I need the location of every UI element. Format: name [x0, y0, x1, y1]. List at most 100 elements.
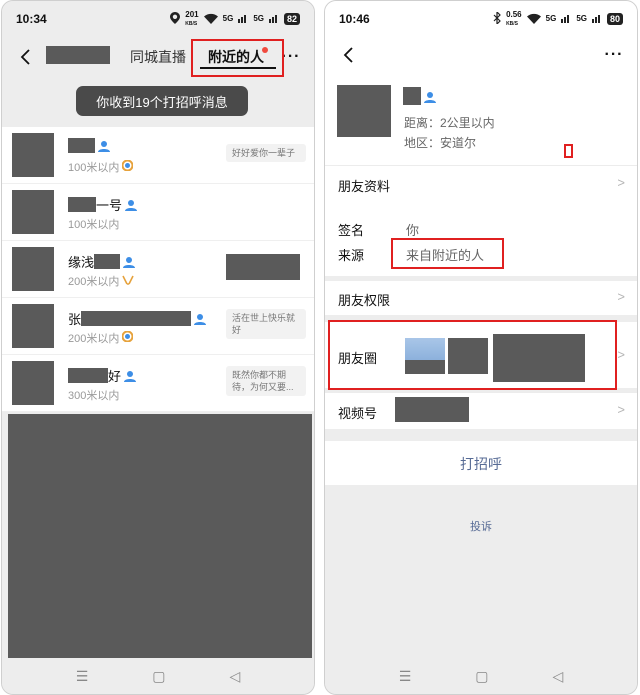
list-item[interactable]: 张 200米以内 活在世上快乐就好: [2, 298, 314, 355]
greeting-message: 好好爱你一辈子: [226, 144, 306, 162]
more-options-button[interactable]: ···: [601, 43, 627, 67]
profile-header: ··· 距离：2公里以内 地区：安道尔: [325, 37, 637, 165]
redacted-name: [68, 368, 108, 383]
distance-text: 200米以内: [68, 276, 120, 288]
highlight-marker: [564, 144, 573, 158]
distance-text: 200米以内: [68, 333, 120, 345]
list-item[interactable]: 一号 100米以内: [2, 184, 314, 241]
menu-icon[interactable]: ☰: [399, 668, 412, 685]
user-gender-icon: [123, 256, 136, 268]
distance: 200米以内: [68, 330, 134, 346]
network-speed-unit: KB/S: [185, 20, 198, 27]
greeting-message: 活在世上快乐就好: [226, 309, 306, 339]
list-item[interactable]: 100米以内 好好爱你一辈子: [2, 127, 314, 184]
avatar: [12, 133, 54, 177]
nickname-text: 张: [68, 312, 82, 327]
nickname-text: 缘浅: [68, 255, 95, 270]
redacted-name: [94, 254, 121, 269]
greetings-toast[interactable]: 你收到19个打招呼消息: [76, 86, 248, 116]
nearby-people-list: 100米以内 好好爱你一辈子 一号 100米以内 缘浅 200米以内 张 200…: [2, 127, 314, 412]
user-gender-icon: [194, 313, 207, 325]
chevron-left-icon: [20, 49, 30, 65]
signal-bars-icon: [561, 13, 571, 25]
home-icon[interactable]: ▢: [152, 668, 165, 685]
back-button[interactable]: [337, 43, 361, 67]
nickname-text: 好: [108, 369, 122, 384]
chevron-left-icon: [343, 47, 353, 63]
battery-level: 82: [283, 13, 300, 25]
menu-icon[interactable]: ☰: [76, 668, 89, 685]
profile-avatar[interactable]: [337, 85, 391, 137]
distance: 100米以内: [68, 216, 119, 232]
wifi-icon: [203, 13, 218, 26]
nickname: 张: [68, 309, 207, 328]
back-button[interactable]: [14, 45, 38, 69]
bluetooth-icon: [493, 10, 501, 26]
list-item[interactable]: 缘浅 200米以内: [2, 241, 314, 298]
nickname-text: 一号: [96, 198, 123, 213]
highlight-box-nearby-tab: [191, 39, 284, 77]
status-icons: 0.56 KB/S 5G 5G 80: [493, 9, 623, 28]
user-gender-icon: [124, 370, 137, 382]
nickname: 一号: [68, 195, 138, 214]
gold-badge-icon: [122, 275, 135, 288]
chevron-right-icon: >: [617, 347, 625, 362]
system-nav-bar: ☰ ▢ ◁: [2, 658, 314, 694]
user-gender-icon: [424, 90, 436, 103]
ellipsis-icon: ···: [281, 48, 301, 65]
signal-2: 5G: [576, 14, 587, 23]
status-icons: 201 KB/S 5G 5G 82: [170, 9, 300, 28]
avatar: [12, 304, 54, 348]
network-speed: 201 KB/S: [185, 9, 199, 28]
signature-value: 你: [406, 223, 420, 238]
avatar: [12, 190, 54, 234]
tab-city-live[interactable]: 同城直播: [130, 47, 186, 67]
list-item[interactable]: 好 300米以内 既然你都不期待，为何又要...: [2, 355, 314, 412]
greet-button[interactable]: 打招呼: [325, 454, 637, 474]
status-time: 10:34: [16, 12, 47, 26]
user-gender-icon: [98, 140, 110, 152]
nickname: 缘浅: [68, 252, 136, 271]
status-bar: 10:34 201 KB/S 5G 5G 82: [2, 1, 314, 37]
network-speed-unit: KB/S: [506, 20, 519, 27]
chevron-right-icon: >: [617, 289, 625, 304]
redacted-greeting: [226, 254, 300, 280]
status-time: 10:46: [339, 12, 370, 26]
redacted-name: [403, 87, 421, 105]
user-gender-icon: [125, 199, 138, 211]
redacted-name: [81, 311, 192, 326]
status-bar: 10:46 0.56 KB/S 5G 5G 80: [325, 1, 637, 37]
colorful-badge-icon: [121, 159, 134, 174]
signal-bars-icon: [268, 13, 279, 25]
chevron-right-icon: >: [617, 175, 625, 190]
network-speed-value: 0.56: [506, 9, 522, 19]
network-speed-value: 201: [185, 9, 199, 19]
distance-text: 100米以内: [68, 162, 120, 174]
colorful-badge-icon: [121, 330, 134, 345]
signal-bars-icon: [238, 13, 248, 25]
friend-permissions-row[interactable]: 朋友权限 >: [325, 281, 637, 315]
left-phone-screen: 10:34 201 KB/S 5G 5G 82 同城直播 附近的人 ··· 你收到…: [1, 0, 315, 695]
chevron-right-icon: >: [617, 402, 625, 417]
back-triangle-icon[interactable]: ◁: [553, 668, 564, 685]
greeting-message: 既然你都不期待，为何又要...: [226, 366, 306, 396]
right-phone-screen: 10:46 0.56 KB/S 5G 5G 80 ··· 距离：2公里以内 地区：…: [324, 0, 638, 695]
redacted-name: [68, 138, 95, 153]
network-speed: 0.56 KB/S: [506, 9, 522, 28]
greet-row: 打招呼: [325, 441, 637, 485]
highlight-box-moments: [328, 320, 617, 390]
report-link[interactable]: 投诉: [325, 518, 637, 534]
avatar: [12, 247, 54, 291]
channels-row[interactable]: 视频号 >: [325, 393, 637, 429]
distance: 300米以内: [68, 387, 119, 403]
redacted-name: [68, 197, 96, 212]
friend-info-row[interactable]: 朋友资料 >: [325, 166, 637, 202]
nickname: 好: [68, 366, 137, 385]
home-icon[interactable]: ▢: [475, 668, 488, 685]
distance-text: 300米以内: [68, 390, 120, 402]
wifi-icon: [526, 13, 541, 26]
signal-1: 5G: [222, 14, 234, 23]
redacted-area: [8, 414, 312, 658]
profile-nickname: [403, 87, 436, 105]
back-triangle-icon[interactable]: ◁: [230, 668, 241, 685]
